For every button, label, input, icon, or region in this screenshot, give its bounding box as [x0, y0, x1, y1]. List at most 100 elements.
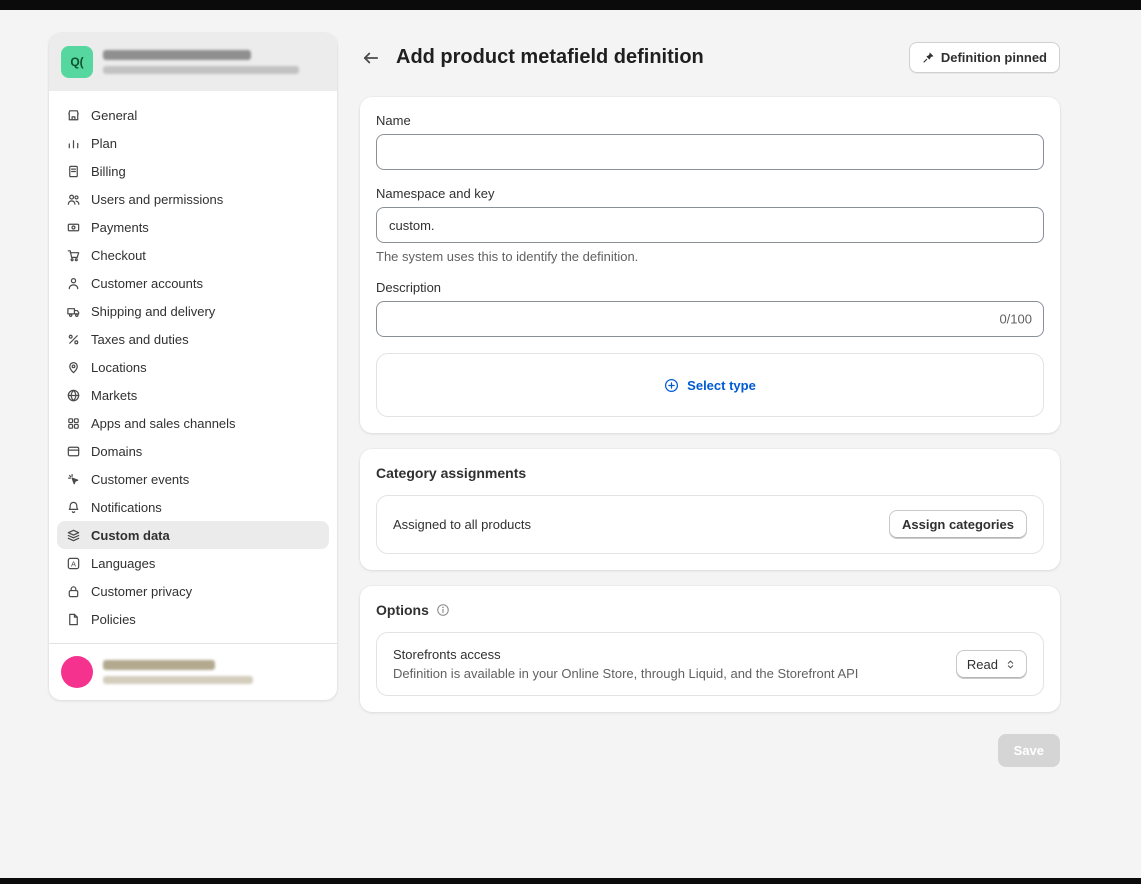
- sidebar-item-payments[interactable]: Payments: [57, 213, 329, 241]
- namespace-help-text: The system uses this to identify the def…: [376, 249, 1044, 264]
- main-content: Add product metafield definition Definit…: [360, 33, 1060, 767]
- sidebar-item-plan[interactable]: Plan: [57, 129, 329, 157]
- users-icon: [65, 191, 81, 207]
- page-header: Add product metafield definition Definit…: [360, 42, 1060, 73]
- settings-layout: Q( General Plan Billing Users and permis: [0, 0, 1141, 767]
- globe-icon: [65, 387, 81, 403]
- sidebar-item-customer-events[interactable]: Customer events: [57, 465, 329, 493]
- sidebar-item-label: General: [91, 108, 137, 123]
- sidebar-item-shipping-and-delivery[interactable]: Shipping and delivery: [57, 297, 329, 325]
- definition-form-card: Name Namespace and key The system uses t…: [360, 97, 1060, 433]
- bell-icon: [65, 499, 81, 515]
- sidebar-item-taxes-and-duties[interactable]: Taxes and duties: [57, 325, 329, 353]
- user-email-redacted: [103, 676, 253, 684]
- storefronts-access-label: Storefronts access: [393, 647, 858, 662]
- sidebar-item-custom-data[interactable]: Custom data: [57, 521, 329, 549]
- sidebar-item-markets[interactable]: Markets: [57, 381, 329, 409]
- user-name-redacted: [103, 660, 215, 670]
- sidebar-item-label: Locations: [91, 360, 147, 375]
- sidebar-item-checkout[interactable]: Checkout: [57, 241, 329, 269]
- sidebar-item-users-and-permissions[interactable]: Users and permissions: [57, 185, 329, 213]
- page-title: Add product metafield definition: [396, 46, 704, 69]
- settings-nav: General Plan Billing Users and permissio…: [49, 91, 337, 643]
- assigned-to-text: Assigned to all products: [393, 517, 531, 532]
- sidebar-item-label: Checkout: [91, 248, 146, 263]
- receipt-icon: [65, 163, 81, 179]
- browser-top-bar: [0, 0, 1141, 10]
- sidebar-item-label: Taxes and duties: [91, 332, 189, 347]
- settings-sidebar: Q( General Plan Billing Users and permis: [49, 33, 337, 700]
- browser-bottom-bar: [0, 878, 1141, 884]
- store-header[interactable]: Q(: [49, 33, 337, 91]
- name-label: Name: [376, 113, 1044, 128]
- map-pin-icon: [65, 359, 81, 375]
- options-header: Options: [376, 602, 1044, 618]
- sidebar-item-label: Languages: [91, 556, 155, 571]
- pin-icon: [922, 51, 935, 64]
- sidebar-item-label: Custom data: [91, 528, 170, 543]
- description-field-wrap: 0/100: [376, 301, 1044, 337]
- storefront-access-value: Read: [967, 657, 998, 672]
- sidebar-item-label: Notifications: [91, 500, 162, 515]
- info-icon[interactable]: [436, 603, 450, 617]
- sidebar-item-notifications[interactable]: Notifications: [57, 493, 329, 521]
- sidebar-item-label: Payments: [91, 220, 149, 235]
- sidebar-item-label: Users and permissions: [91, 192, 223, 207]
- sidebar-item-label: Billing: [91, 164, 126, 179]
- category-assignments-box: Assigned to all products Assign categori…: [376, 495, 1044, 554]
- store-avatar: Q(: [61, 46, 93, 78]
- definition-pinned-label: Definition pinned: [941, 50, 1047, 65]
- select-type-label: Select type: [687, 378, 756, 393]
- sidebar-item-customer-accounts[interactable]: Customer accounts: [57, 269, 329, 297]
- storefronts-access-description: Definition is available in your Online S…: [393, 666, 858, 681]
- user-avatar: [61, 656, 93, 688]
- namespace-input[interactable]: [376, 207, 1044, 243]
- sidebar-item-policies[interactable]: Policies: [57, 605, 329, 633]
- options-card: Options Storefronts access Definition is…: [360, 586, 1060, 712]
- category-assignments-card: Category assignments Assigned to all pro…: [360, 449, 1060, 570]
- store-name-redacted: [103, 50, 251, 60]
- store-domain-redacted: [103, 66, 299, 74]
- svg-text:A: A: [70, 559, 75, 568]
- percent-icon: [65, 331, 81, 347]
- browser-window-icon: [65, 443, 81, 459]
- storefronts-access-text: Storefronts access Definition is availab…: [393, 647, 858, 681]
- sidebar-item-customer-privacy[interactable]: Customer privacy: [57, 577, 329, 605]
- bar-chart-icon: [65, 135, 81, 151]
- sidebar-item-locations[interactable]: Locations: [57, 353, 329, 381]
- document-icon: [65, 611, 81, 627]
- category-assignments-title: Category assignments: [376, 465, 1044, 481]
- sidebar-item-label: Customer privacy: [91, 584, 192, 599]
- sidebar-item-languages[interactable]: A Languages: [57, 549, 329, 577]
- definition-pinned-button[interactable]: Definition pinned: [909, 42, 1060, 73]
- layers-icon: [65, 527, 81, 543]
- description-input[interactable]: [376, 301, 1044, 337]
- person-icon: [65, 275, 81, 291]
- sidebar-item-label: Policies: [91, 612, 136, 627]
- cash-icon: [65, 219, 81, 235]
- sidebar-item-label: Apps and sales channels: [91, 416, 236, 431]
- namespace-label: Namespace and key: [376, 186, 1044, 201]
- sidebar-item-label: Customer accounts: [91, 276, 203, 291]
- user-footer[interactable]: [49, 643, 337, 700]
- options-title: Options: [376, 602, 429, 618]
- sidebar-item-domains[interactable]: Domains: [57, 437, 329, 465]
- storefronts-access-box: Storefronts access Definition is availab…: [376, 632, 1044, 696]
- arrow-left-icon: [362, 49, 380, 67]
- user-meta: [103, 660, 253, 684]
- storefront-access-select[interactable]: Read: [956, 650, 1027, 679]
- assign-categories-button[interactable]: Assign categories: [889, 510, 1027, 539]
- store-meta: [103, 50, 299, 74]
- select-chevrons-icon: [1005, 659, 1016, 670]
- sidebar-item-billing[interactable]: Billing: [57, 157, 329, 185]
- select-type-button[interactable]: Select type: [376, 353, 1044, 417]
- store-icon: [65, 107, 81, 123]
- language-icon: A: [65, 555, 81, 571]
- sidebar-item-apps-and-sales-channels[interactable]: Apps and sales channels: [57, 409, 329, 437]
- name-input[interactable]: [376, 134, 1044, 170]
- sidebar-item-general[interactable]: General: [57, 101, 329, 129]
- save-button[interactable]: Save: [998, 734, 1060, 767]
- truck-icon: [65, 303, 81, 319]
- back-button[interactable]: [360, 47, 382, 69]
- plus-circle-icon: [664, 378, 679, 393]
